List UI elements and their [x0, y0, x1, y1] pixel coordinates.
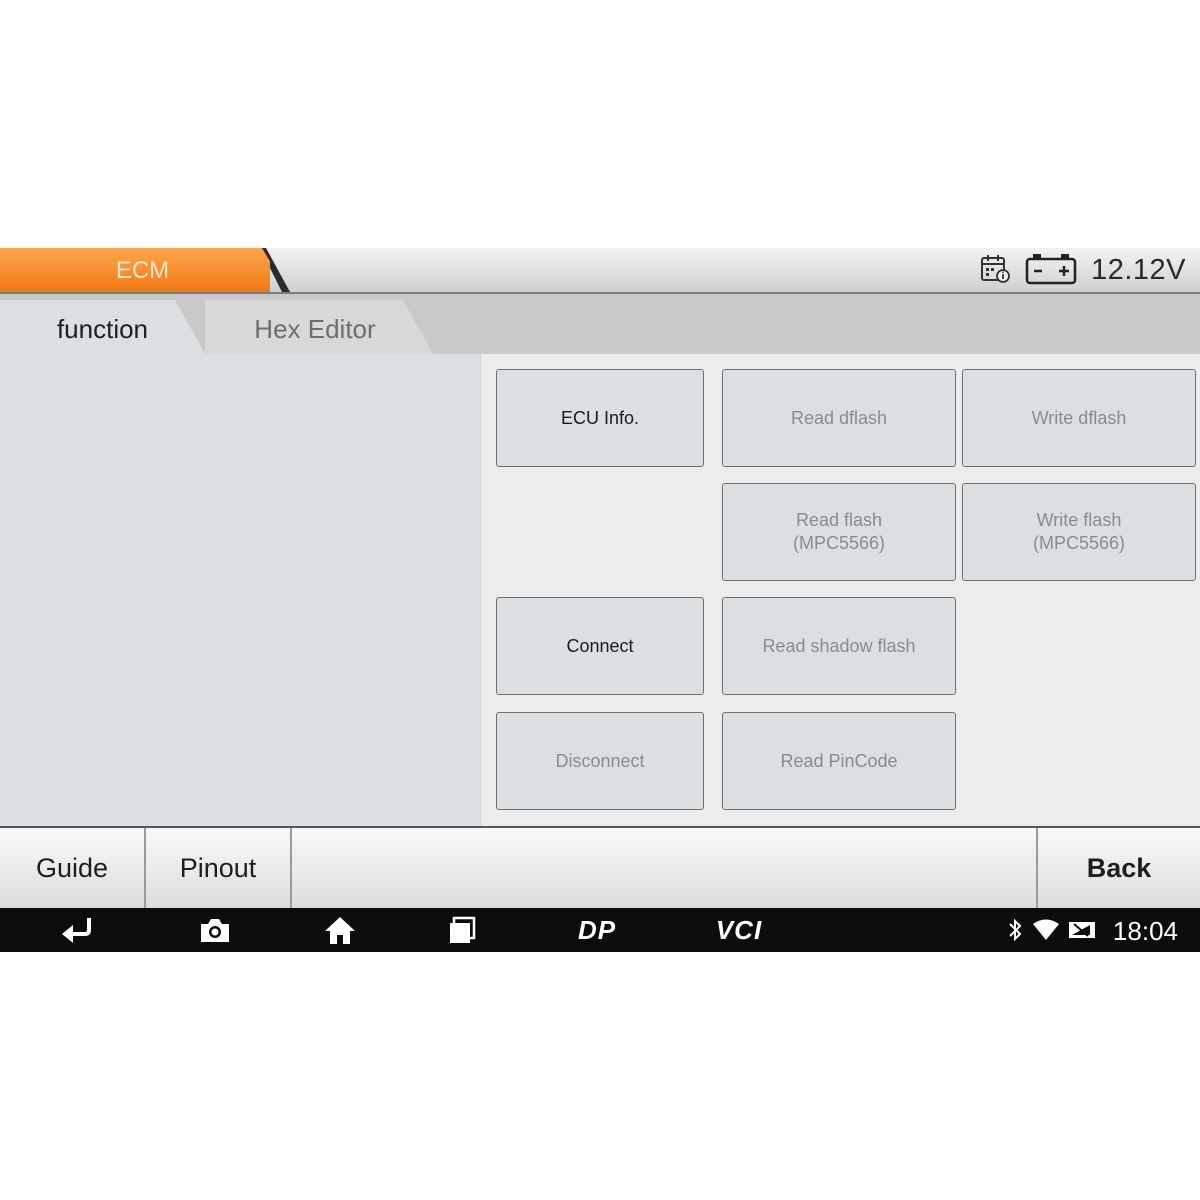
home-icon[interactable] — [315, 908, 365, 952]
pinout-button[interactable]: Pinout — [146, 828, 292, 908]
app-screen: ECM 12.12V Hex Editor function ECU Info.… — [0, 248, 1200, 952]
function-grid: ECU Info. Read dflash Write dflash Read … — [481, 354, 1200, 826]
guide-button[interactable]: Guide — [0, 828, 146, 908]
write-dflash-button[interactable]: Write dflash — [962, 369, 1196, 467]
module-title: ECM — [115, 257, 170, 284]
read-pincode-button[interactable]: Read PinCode — [722, 712, 956, 810]
status-clock: 18:04 — [1112, 916, 1178, 946]
bluetooth-icon — [1004, 908, 1026, 952]
battery-icon — [1025, 251, 1077, 290]
ecu-info-button[interactable]: ECU Info. — [496, 369, 704, 467]
system-nav-bar: DP VCI 18:04 — [0, 908, 1200, 952]
vci-button[interactable]: VCI — [705, 908, 773, 952]
disconnect-button[interactable]: Disconnect — [496, 712, 704, 810]
read-flash-button[interactable]: Read flash (MPC5566) — [722, 483, 956, 581]
tab-label: Hex Editor — [254, 314, 376, 344]
calendar-info-icon — [979, 252, 1011, 289]
read-dflash-button[interactable]: Read dflash — [722, 369, 956, 467]
back-button[interactable]: Back — [1036, 828, 1200, 908]
write-flash-button[interactable]: Write flash (MPC5566) — [962, 483, 1196, 581]
top-bar: ECM 12.12V — [0, 248, 1200, 294]
wifi-icon — [1030, 908, 1062, 952]
tab-bar: Hex Editor function — [0, 294, 1200, 354]
tab-function[interactable]: function — [0, 300, 205, 354]
read-shadow-flash-button[interactable]: Read shadow flash — [722, 597, 956, 695]
voltage-readout: 12.12V — [1091, 253, 1186, 286]
signal-icon — [1066, 908, 1100, 952]
recents-icon[interactable] — [437, 908, 487, 952]
back-icon[interactable] — [52, 908, 102, 952]
connect-button[interactable]: Connect — [496, 597, 704, 695]
dp-button[interactable]: DP — [565, 908, 629, 952]
camera-icon[interactable] — [190, 908, 240, 952]
left-panel — [0, 354, 480, 826]
bottom-toolbar: Guide Pinout Back — [0, 826, 1200, 908]
tab-hex-editor[interactable]: Hex Editor — [205, 300, 433, 354]
tab-label: function — [56, 314, 149, 344]
